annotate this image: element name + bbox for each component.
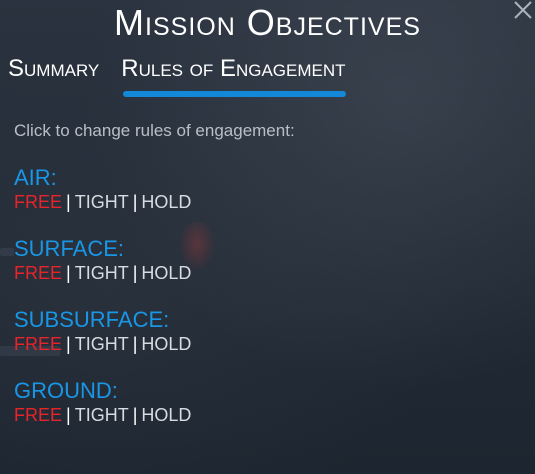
option-separator: | [66, 263, 71, 283]
option-hold[interactable]: HOLD [141, 192, 191, 212]
roe-options: FREE | TIGHT | HOLD [14, 191, 191, 213]
option-free[interactable]: FREE [14, 263, 62, 283]
option-separator: | [132, 192, 138, 212]
tab-label: Rules of Engagement [121, 55, 346, 82]
roe-section-air: AIR: FREE | TIGHT | HOLD [14, 166, 191, 213]
option-tight[interactable]: TIGHT [75, 405, 129, 425]
option-tight[interactable]: TIGHT [75, 263, 129, 283]
section-title: AIR: [14, 165, 57, 190]
option-hold[interactable]: HOLD [141, 263, 191, 283]
option-separator: | [132, 263, 138, 283]
option-tight[interactable]: TIGHT [75, 192, 129, 212]
option-tight[interactable]: TIGHT [75, 334, 129, 354]
option-separator: | [66, 405, 71, 425]
section-title: GROUND: [14, 378, 118, 403]
close-button[interactable] [511, 0, 533, 22]
option-separator: | [132, 405, 138, 425]
close-icon [514, 1, 532, 19]
option-free[interactable]: FREE [14, 405, 62, 425]
section-title: SUBSURFACE: [14, 307, 170, 332]
option-separator: | [66, 192, 71, 212]
background-decoration [0, 248, 14, 256]
option-separator: | [132, 334, 138, 354]
roe-options: FREE | TIGHT | HOLD [14, 333, 191, 355]
roe-section-ground: GROUND: FREE | TIGHT | HOLD [14, 379, 191, 426]
option-separator: | [66, 334, 71, 354]
option-hold[interactable]: HOLD [141, 334, 191, 354]
active-tab-indicator [123, 91, 346, 97]
option-hold[interactable]: HOLD [141, 405, 191, 425]
dialog-title: Mission Objectives [114, 2, 421, 43]
instruction-text: Click to change rules of engagement: [14, 121, 295, 140]
roe-section-subsurface: SUBSURFACE: FREE | TIGHT | HOLD [14, 308, 191, 355]
roe-options: FREE | TIGHT | HOLD [14, 262, 191, 284]
roe-section-surface: SURFACE: FREE | TIGHT | HOLD [14, 237, 191, 284]
option-free[interactable]: FREE [14, 192, 62, 212]
roe-options: FREE | TIGHT | HOLD [14, 404, 191, 426]
tab-rules-of-engagement[interactable]: Rules of Engagement [121, 55, 346, 97]
option-free[interactable]: FREE [14, 334, 62, 354]
mission-objectives-panel: Mission Objectives Summary Rules of Enga… [0, 0, 535, 474]
section-title: SURFACE: [14, 236, 125, 261]
tab-summary[interactable]: Summary [8, 55, 99, 87]
tab-label: Summary [8, 55, 100, 82]
tab-bar: Summary Rules of Engagement [8, 55, 368, 97]
